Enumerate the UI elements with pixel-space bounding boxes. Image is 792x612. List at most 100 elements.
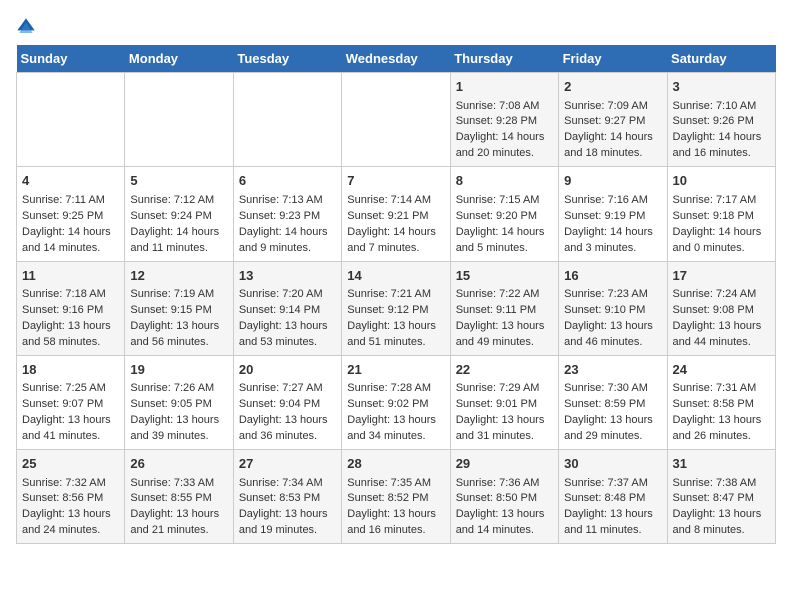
day-info: Sunset: 9:10 PM — [564, 303, 661, 319]
day-info: Daylight: 14 hours — [456, 130, 553, 146]
day-info: Sunrise: 7:17 AM — [673, 193, 770, 209]
calendar-cell: 15Sunrise: 7:22 AMSunset: 9:11 PMDayligh… — [450, 261, 558, 355]
day-info: Sunrise: 7:23 AM — [564, 287, 661, 303]
calendar-cell: 8Sunrise: 7:15 AMSunset: 9:20 PMDaylight… — [450, 167, 558, 261]
calendar-cell — [17, 73, 125, 167]
day-info: Daylight: 14 hours — [564, 225, 661, 241]
day-info: Sunset: 9:19 PM — [564, 209, 661, 225]
day-info: Sunset: 9:21 PM — [347, 209, 444, 225]
day-info: and 26 minutes. — [673, 429, 770, 445]
calendar-cell: 7Sunrise: 7:14 AMSunset: 9:21 PMDaylight… — [342, 167, 450, 261]
day-info: Sunrise: 7:37 AM — [564, 476, 661, 492]
calendar-cell: 5Sunrise: 7:12 AMSunset: 9:24 PMDaylight… — [125, 167, 233, 261]
day-info: Sunrise: 7:35 AM — [347, 476, 444, 492]
day-number: 23 — [564, 360, 661, 380]
calendar-cell — [125, 73, 233, 167]
day-number: 18 — [22, 360, 119, 380]
day-info: Sunset: 9:02 PM — [347, 397, 444, 413]
day-info: Sunset: 9:01 PM — [456, 397, 553, 413]
day-info: Sunrise: 7:15 AM — [456, 193, 553, 209]
day-info: Daylight: 13 hours — [673, 413, 770, 429]
day-info: Sunrise: 7:09 AM — [564, 99, 661, 115]
calendar-cell: 13Sunrise: 7:20 AMSunset: 9:14 PMDayligh… — [233, 261, 341, 355]
calendar-cell: 29Sunrise: 7:36 AMSunset: 8:50 PMDayligh… — [450, 450, 558, 544]
weekday-header: Sunday — [17, 45, 125, 73]
day-info: Daylight: 13 hours — [673, 507, 770, 523]
calendar-cell: 6Sunrise: 7:13 AMSunset: 9:23 PMDaylight… — [233, 167, 341, 261]
day-number: 8 — [456, 171, 553, 191]
day-info: and 51 minutes. — [347, 335, 444, 351]
calendar-cell: 21Sunrise: 7:28 AMSunset: 9:02 PMDayligh… — [342, 355, 450, 449]
day-info: Sunset: 9:07 PM — [22, 397, 119, 413]
day-info: Daylight: 13 hours — [239, 507, 336, 523]
day-info: Sunrise: 7:27 AM — [239, 381, 336, 397]
calendar-cell: 3Sunrise: 7:10 AMSunset: 9:26 PMDaylight… — [667, 73, 775, 167]
day-number: 14 — [347, 266, 444, 286]
day-info: Sunset: 8:58 PM — [673, 397, 770, 413]
day-info: and 46 minutes. — [564, 335, 661, 351]
day-info: and 39 minutes. — [130, 429, 227, 445]
day-info: and 21 minutes. — [130, 523, 227, 539]
day-info: Sunset: 8:59 PM — [564, 397, 661, 413]
day-number: 2 — [564, 77, 661, 97]
weekday-header: Wednesday — [342, 45, 450, 73]
day-info: Sunset: 9:15 PM — [130, 303, 227, 319]
day-info: Sunset: 8:56 PM — [22, 491, 119, 507]
day-number: 24 — [673, 360, 770, 380]
day-info: and 16 minutes. — [673, 146, 770, 162]
day-info: and 11 minutes. — [564, 523, 661, 539]
day-info: and 18 minutes. — [564, 146, 661, 162]
day-number: 17 — [673, 266, 770, 286]
day-info: Sunset: 9:08 PM — [673, 303, 770, 319]
weekday-header-row: SundayMondayTuesdayWednesdayThursdayFrid… — [17, 45, 776, 73]
weekday-header: Monday — [125, 45, 233, 73]
day-info: Daylight: 13 hours — [130, 507, 227, 523]
day-info: and 56 minutes. — [130, 335, 227, 351]
weekday-header: Saturday — [667, 45, 775, 73]
calendar-week-row: 1 Sunrise: 7:08 AMSunset: 9:28 PMDaylight… — [17, 73, 776, 167]
day-number: 22 — [456, 360, 553, 380]
day-info: Sunrise: 7:36 AM — [456, 476, 553, 492]
day-info: and 53 minutes. — [239, 335, 336, 351]
calendar-cell: 10Sunrise: 7:17 AMSunset: 9:18 PMDayligh… — [667, 167, 775, 261]
day-info: Sunset: 9:18 PM — [673, 209, 770, 225]
day-number: 6 — [239, 171, 336, 191]
day-info: and 44 minutes. — [673, 335, 770, 351]
day-info: and 34 minutes. — [347, 429, 444, 445]
calendar-cell: 2Sunrise: 7:09 AMSunset: 9:27 PMDaylight… — [559, 73, 667, 167]
day-info: Sunrise: 7:18 AM — [22, 287, 119, 303]
day-info: Daylight: 13 hours — [347, 507, 444, 523]
day-info: Sunset: 9:25 PM — [22, 209, 119, 225]
day-info: Sunset: 8:47 PM — [673, 491, 770, 507]
day-number: 30 — [564, 454, 661, 474]
day-info: Daylight: 13 hours — [130, 319, 227, 335]
day-number: 26 — [130, 454, 227, 474]
calendar-cell: 14Sunrise: 7:21 AMSunset: 9:12 PMDayligh… — [342, 261, 450, 355]
calendar-cell: 4Sunrise: 7:11 AMSunset: 9:25 PMDaylight… — [17, 167, 125, 261]
calendar-cell: 30Sunrise: 7:37 AMSunset: 8:48 PMDayligh… — [559, 450, 667, 544]
day-info: Sunrise: 7:08 AM — [456, 99, 553, 115]
day-number: 1 — [456, 77, 553, 97]
page-header — [16, 16, 776, 37]
day-number: 20 — [239, 360, 336, 380]
day-info: and 14 minutes. — [22, 241, 119, 257]
day-number: 19 — [130, 360, 227, 380]
day-info: and 49 minutes. — [456, 335, 553, 351]
day-info: Daylight: 14 hours — [239, 225, 336, 241]
calendar-cell: 11Sunrise: 7:18 AMSunset: 9:16 PMDayligh… — [17, 261, 125, 355]
calendar-cell: 31Sunrise: 7:38 AMSunset: 8:47 PMDayligh… — [667, 450, 775, 544]
day-info: Sunrise: 7:34 AM — [239, 476, 336, 492]
calendar-cell: 22Sunrise: 7:29 AMSunset: 9:01 PMDayligh… — [450, 355, 558, 449]
calendar-cell: 28Sunrise: 7:35 AMSunset: 8:52 PMDayligh… — [342, 450, 450, 544]
day-info: Sunrise: 7:16 AM — [564, 193, 661, 209]
day-info: Daylight: 13 hours — [22, 507, 119, 523]
day-info: and 8 minutes. — [673, 523, 770, 539]
day-info: Sunset: 9:12 PM — [347, 303, 444, 319]
calendar-cell: 18Sunrise: 7:25 AMSunset: 9:07 PMDayligh… — [17, 355, 125, 449]
day-info: Daylight: 13 hours — [673, 319, 770, 335]
day-info: Sunrise: 7:20 AM — [239, 287, 336, 303]
day-info: Sunset: 9:28 PM — [456, 114, 553, 130]
day-info: Daylight: 13 hours — [456, 413, 553, 429]
calendar-week-row: 25Sunrise: 7:32 AMSunset: 8:56 PMDayligh… — [17, 450, 776, 544]
day-number: 29 — [456, 454, 553, 474]
